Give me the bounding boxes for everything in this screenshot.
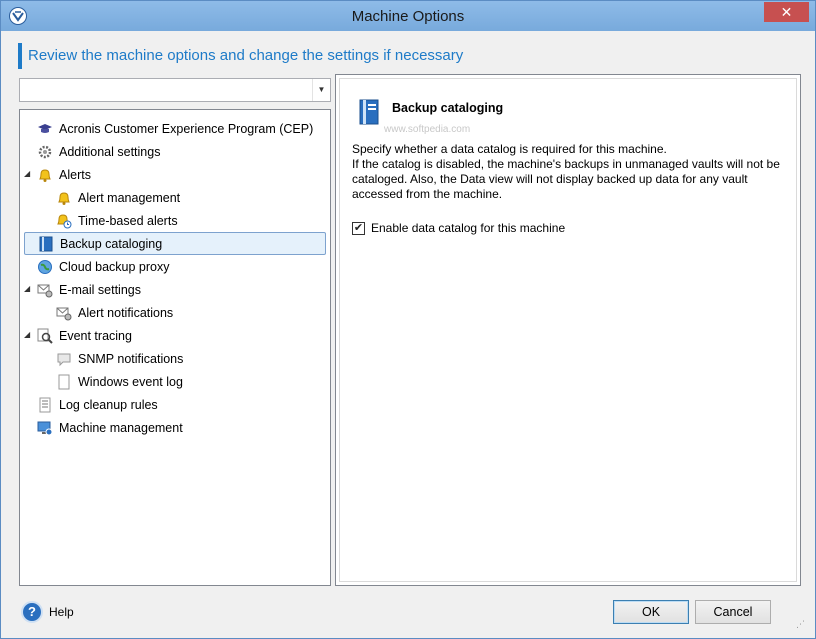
- cancel-button[interactable]: Cancel: [695, 600, 771, 624]
- description-line: Specify whether a data catalog is requir…: [352, 142, 667, 156]
- help-icon[interactable]: ?: [21, 601, 43, 623]
- magnifier-icon: [37, 328, 53, 344]
- window-title: Machine Options: [351, 8, 465, 25]
- title-bar[interactable]: Machine Options ✕: [1, 1, 815, 31]
- options-tree[interactable]: Acronis Customer Experience Program (CEP…: [19, 109, 331, 586]
- option-details-frame: Backup cataloging www.softpedia.com Spec…: [339, 78, 797, 582]
- tree-item-label: SNMP notifications: [78, 351, 184, 366]
- tree-item-label: Alert notifications: [78, 305, 174, 320]
- tree-item[interactable]: Windows event log: [56, 370, 183, 393]
- bell-icon: [37, 167, 53, 183]
- bell-clock-icon: [56, 213, 72, 229]
- graduation-cap-icon: [37, 121, 53, 137]
- tree-item[interactable]: Backup cataloging: [24, 232, 326, 255]
- description-line: accessed from the machine.: [352, 187, 503, 201]
- tree-item-label: Alert management: [78, 190, 181, 205]
- tree-item[interactable]: Log cleanup rules: [37, 393, 158, 416]
- tree-item-label: Alerts: [59, 167, 91, 182]
- tree-item[interactable]: ◢ Alerts: [24, 163, 91, 186]
- expand-arrow-icon[interactable]: ◢: [24, 330, 34, 340]
- ok-button[interactable]: OK: [613, 600, 689, 624]
- tree-item-label: Time-based alerts: [78, 213, 178, 228]
- tree-item[interactable]: SNMP notifications: [56, 347, 183, 370]
- tree-item-label: Event tracing: [59, 328, 132, 343]
- catalog-book-icon: [38, 236, 54, 252]
- tree-item-label: Cloud backup proxy: [59, 259, 170, 274]
- tree-item[interactable]: ◢ Event tracing: [24, 324, 132, 347]
- document-icon: [56, 374, 72, 390]
- tree-item-label: Backup cataloging: [60, 236, 163, 251]
- expand-arrow-icon[interactable]: ◢: [24, 169, 34, 179]
- enable-catalog-checkbox[interactable]: ✔: [352, 221, 365, 235]
- list-document-icon: [37, 397, 53, 413]
- bell-icon: [56, 190, 72, 206]
- header-accent-bar: [18, 43, 22, 69]
- resize-grip-icon[interactable]: ⋰: [796, 619, 805, 630]
- help-button[interactable]: ? Help: [21, 601, 74, 623]
- email-gear-icon: [56, 305, 72, 321]
- gears-icon: [37, 144, 53, 160]
- option-title: Backup cataloging: [392, 101, 504, 115]
- tree-item[interactable]: Time-based alerts: [56, 209, 178, 232]
- tree-item-label: E-mail settings: [59, 282, 141, 297]
- option-description: Specify whether a data catalog is requir…: [352, 142, 792, 202]
- dialog-body: Review the machine options and change th…: [9, 31, 807, 632]
- tree-item[interactable]: Cloud backup proxy: [37, 255, 169, 278]
- machine-options-window: Machine Options ✕ Review the machine opt…: [0, 0, 816, 639]
- option-details-panel: Backup cataloging www.softpedia.com Spec…: [335, 74, 801, 586]
- tree-item-label: Windows event log: [78, 374, 183, 389]
- tree-item[interactable]: Additional settings: [37, 140, 160, 163]
- tree-item-label: Acronis Customer Experience Program (CEP…: [59, 121, 314, 136]
- monitor-icon: [37, 420, 53, 436]
- softpedia-watermark: www.softpedia.com: [384, 124, 471, 135]
- description-line: cataloged. Also, the Data view will not …: [352, 172, 748, 186]
- tree-item-label: Log cleanup rules: [59, 397, 158, 412]
- tree-item[interactable]: Alert notifications: [56, 301, 173, 324]
- close-button[interactable]: ✕: [764, 2, 809, 22]
- email-gear-icon: [37, 282, 53, 298]
- tree-item[interactable]: Machine management: [37, 416, 183, 439]
- tree-item[interactable]: Acronis Customer Experience Program (CEP…: [37, 117, 313, 140]
- enable-catalog-label[interactable]: Enable data catalog for this machine: [371, 221, 565, 235]
- tree-item[interactable]: Alert management: [56, 186, 180, 209]
- tree-item-label: Additional settings: [59, 144, 161, 159]
- dialog-header: Review the machine options and change th…: [28, 47, 464, 64]
- expand-arrow-icon[interactable]: ◢: [24, 284, 34, 294]
- dropdown-arrow-icon[interactable]: ▼: [312, 79, 330, 101]
- tree-item-label: Machine management: [59, 420, 183, 435]
- help-label[interactable]: Help: [49, 605, 74, 619]
- description-line: If the catalog is disabled, the machine'…: [352, 157, 780, 171]
- options-search-combo[interactable]: ▼: [19, 78, 331, 102]
- speech-bubble-icon: [56, 351, 72, 367]
- enable-catalog-option[interactable]: ✔ Enable data catalog for this machine: [352, 221, 565, 235]
- tree-item[interactable]: ◢ E-mail settings: [24, 278, 141, 301]
- catalog-book-icon: [358, 98, 380, 126]
- globe-icon: [37, 259, 53, 275]
